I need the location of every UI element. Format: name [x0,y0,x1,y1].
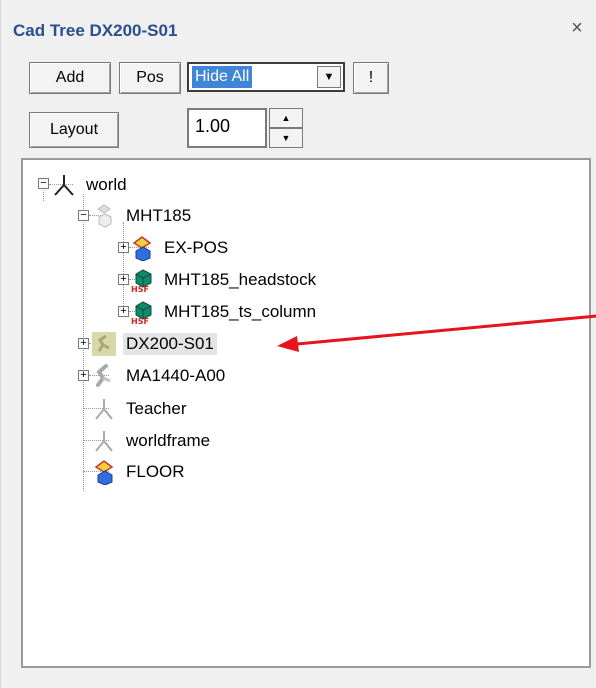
tree-node-dx200-s01[interactable]: DX200-S01 [91,329,217,359]
apply-button[interactable]: ! [353,62,389,94]
controller-icon [92,332,116,356]
tree-node-ex-pos[interactable]: EX-POS [129,233,231,263]
visibility-select-value: Hide All [192,66,253,88]
tree-node-label: DX200-S01 [123,333,217,355]
expand-icon[interactable]: + [118,306,129,317]
svg-text:HSF: HSF [131,317,149,325]
frame-icon [95,399,113,420]
cad-tree-panel: Cad Tree DX200-S01 × Add Pos Hide All ▼ … [0,0,596,688]
chevron-down-icon[interactable]: ▼ [317,66,341,88]
gray-part-icon [97,204,112,228]
collapse-icon[interactable]: − [38,178,49,189]
pos-button[interactable]: Pos [119,62,181,94]
tree-node-label: worldframe [126,431,211,450]
tree-node-teacher[interactable]: Teacher [91,394,189,424]
expand-icon[interactable]: + [118,274,129,285]
spin-down-icon[interactable]: ▼ [269,128,303,148]
tree-node-label: MHT185_headstock [164,270,317,289]
frame-icon [95,431,113,452]
layout-button[interactable]: Layout [29,112,119,148]
tree-connector [123,222,124,312]
robot-frame-icon [54,175,74,196]
add-button[interactable]: Add [29,62,111,94]
scale-input[interactable]: 1.00 [187,108,267,148]
cad-tree-view[interactable]: − − + + + + + world MHT185 EX-POS HSF MH… [21,158,591,668]
visibility-select[interactable]: Hide All ▼ [187,62,345,92]
tree-node-label: MHT185 [126,206,192,225]
hsf-solid-icon: HSF [131,301,152,325]
tree-connector [43,188,44,201]
spin-up-icon[interactable]: ▲ [269,108,303,128]
tree-node-label: Teacher [126,399,187,418]
expand-icon[interactable]: + [78,338,89,349]
tree-node-label: MA1440-A00 [126,366,226,385]
tree-node-label: world [86,175,127,194]
close-icon[interactable]: × [567,18,587,38]
tree-node-floor[interactable]: FLOOR [91,457,188,487]
expand-icon[interactable]: + [78,370,89,381]
panel-title: Cad Tree DX200-S01 [13,21,178,40]
tree-node-label: FLOOR [126,462,185,481]
tree-node-ts-column[interactable]: HSF MHT185_ts_column [129,297,319,327]
tree-node-mht185[interactable]: MHT185 [91,201,194,231]
hsf-solid-icon: HSF [131,269,152,293]
tree-node-world[interactable]: world [51,170,130,200]
tree-node-worldframe[interactable]: worldframe [91,426,213,456]
expand-icon[interactable]: + [118,242,129,253]
cad-part-icon [94,460,114,485]
tree-node-ma1440-a00[interactable]: MA1440-A00 [91,361,228,391]
robot-arm-icon [96,364,111,387]
scale-spinner[interactable]: ▲ ▼ [269,108,303,148]
collapse-icon[interactable]: − [78,210,89,221]
svg-text:HSF: HSF [131,285,149,293]
tree-node-headstock[interactable]: HSF MHT185_headstock [129,265,319,295]
tree-node-label: MHT185_ts_column [164,302,317,321]
cad-part-icon [132,236,152,261]
panel-titlebar: Cad Tree DX200-S01 × [1,0,596,50]
tree-node-label: EX-POS [164,238,229,257]
